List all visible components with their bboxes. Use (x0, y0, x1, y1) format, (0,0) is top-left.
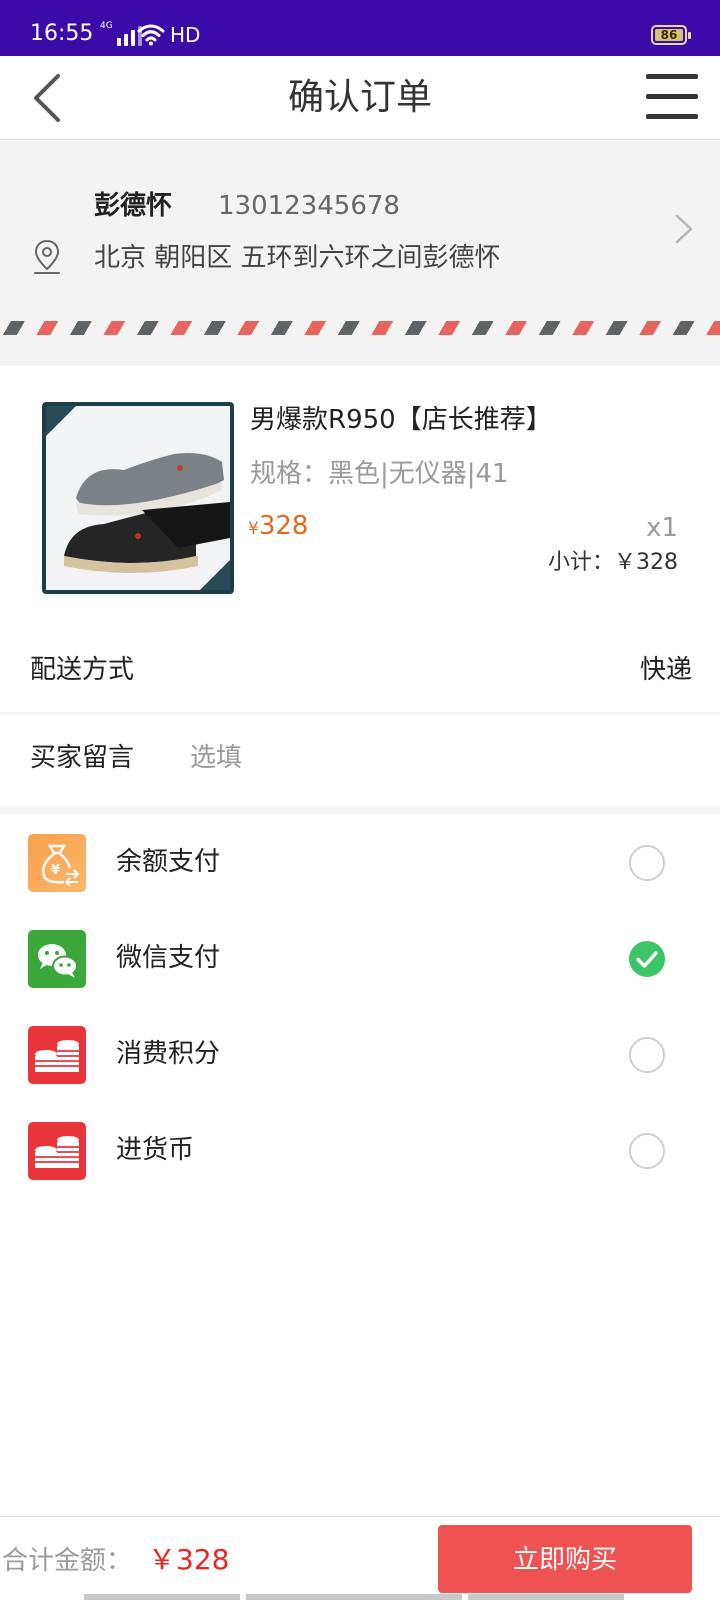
checkout-bar: 合计金额： ￥328 立即购买 (0, 1516, 720, 1600)
nav-header: 确认订单 (0, 56, 720, 140)
product-spec: 规格：黑色|无仪器|41 (250, 459, 509, 489)
status-time: 16:55 (30, 21, 94, 46)
delivery-method-row[interactable]: 配送方式 快递 (0, 630, 720, 710)
menu-button[interactable] (646, 74, 698, 120)
payment-option-wechat[interactable]: 微信支付 (0, 910, 720, 1006)
coins-icon (28, 1122, 86, 1180)
wechat-icon (28, 930, 86, 988)
nav-gesture-bar (84, 1594, 240, 1600)
recipient-name: 彭德怀 (94, 191, 173, 221)
price-currency: ¥ (248, 519, 259, 539)
nav-gesture-bar (468, 1594, 624, 1600)
product-quantity: x1 (646, 513, 678, 543)
sneaker-image (46, 406, 230, 590)
buy-now-button[interactable]: 立即购买 (438, 1525, 692, 1593)
payment-option-label: 消费积分 (116, 1039, 221, 1069)
address-detail: 北京 朝阳区 五环到六环之间彭德怀 (94, 243, 501, 273)
recipient-phone: 13012345678 (218, 191, 400, 221)
location-pin-icon (34, 239, 60, 274)
message-input[interactable]: 选填 (190, 740, 242, 776)
payment-option-balance[interactable]: ¥ 余额支付 (0, 814, 720, 910)
product-subtotal: 小计：￥328 (548, 550, 678, 575)
message-label: 买家留言 (30, 743, 135, 773)
page-title: 确认订单 (287, 77, 432, 118)
money-bag-icon: ¥ (28, 834, 86, 892)
section-divider (0, 806, 720, 814)
radio-points[interactable] (629, 1037, 665, 1073)
payment-option-label: 余额支付 (116, 847, 221, 877)
coins-icon (28, 1026, 86, 1084)
battery-level: 86 (660, 28, 678, 42)
product-image (42, 402, 234, 594)
product-price: ¥328 (248, 508, 308, 547)
chevron-right-icon (675, 214, 693, 244)
nav-gesture-bar (246, 1594, 462, 1600)
wifi-icon (137, 24, 165, 46)
status-bar: 16:55 4G HD 86 (0, 0, 720, 56)
shipping-address-card[interactable]: 彭德怀 13012345678 北京 朝阳区 五环到六环之间彭德怀 (0, 141, 720, 366)
product-item: 男爆款R950【店长推荐】 规格：黑色|无仪器|41 ¥328 x1 小计：￥3… (0, 366, 720, 616)
delivery-label: 配送方式 (30, 655, 135, 685)
cellular-signal-icon: 4G (100, 22, 142, 46)
checkmark-icon (636, 951, 658, 968)
product-name: 男爆款R950【店长推荐】 (250, 405, 552, 435)
payment-option-points[interactable]: 消费积分 (0, 1006, 720, 1102)
payment-option-label: 进货币 (116, 1135, 195, 1165)
radio-purchase-coin[interactable] (629, 1133, 665, 1169)
svg-text:¥: ¥ (51, 863, 60, 878)
radio-wechat-checked[interactable] (629, 941, 665, 977)
total-amount: ￥328 (148, 1543, 230, 1576)
battery-icon: 86 (651, 25, 691, 45)
payment-option-label: 微信支付 (116, 943, 221, 973)
hd-indicator: HD (170, 23, 201, 47)
total-label: 合计金额： (2, 1546, 133, 1576)
network-type-label: 4G (100, 21, 113, 31)
price-value: 328 (258, 511, 309, 541)
buyer-message-row: 买家留言 选填 (0, 714, 720, 798)
hamburger-menu-icon (646, 74, 698, 79)
payment-option-purchase-coin[interactable]: 进货币 (0, 1102, 720, 1198)
radio-balance[interactable] (629, 845, 665, 881)
delivery-value: 快递 (639, 655, 692, 685)
envelope-stripe (0, 321, 720, 335)
